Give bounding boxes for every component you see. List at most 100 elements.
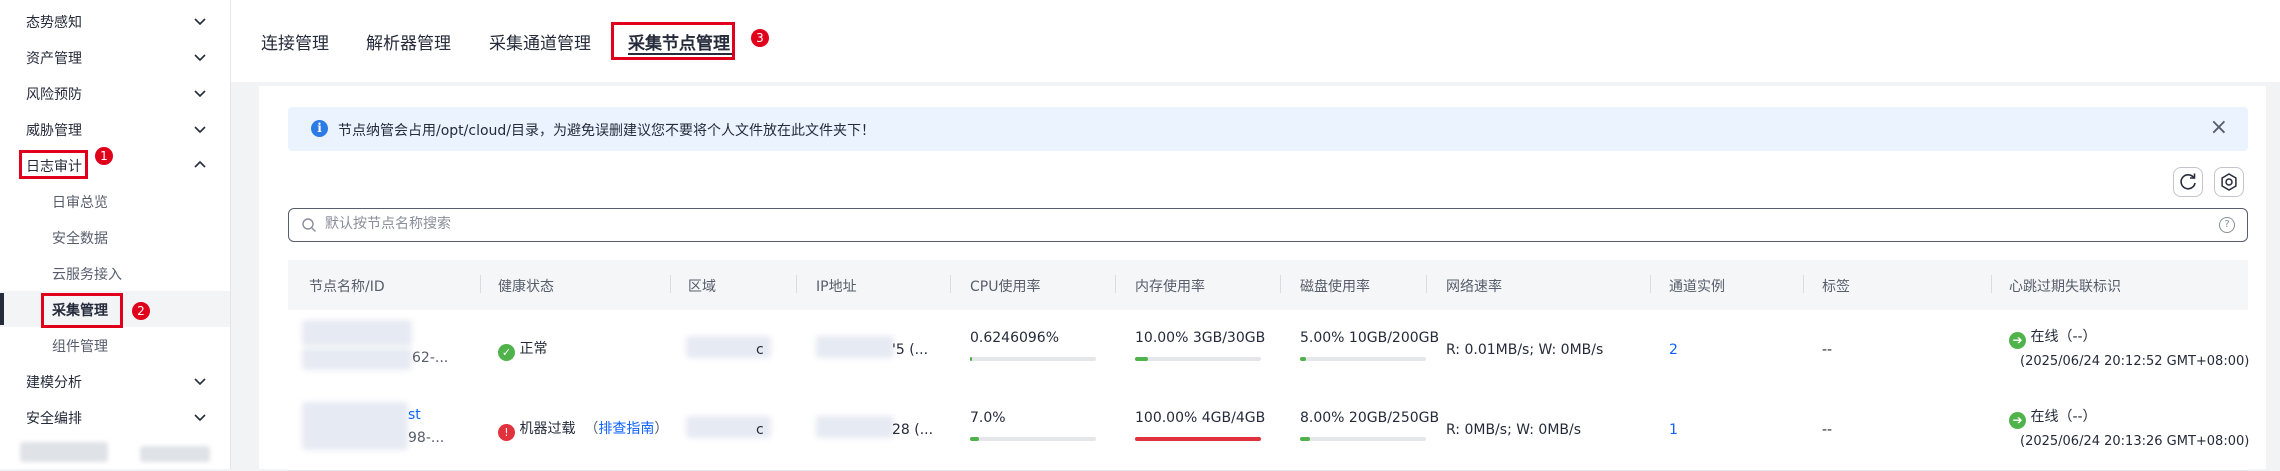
sidebar-item-orchestration[interactable]: 安全编排 (0, 399, 230, 435)
heartbeat-text: 在线（--） (2030, 409, 2097, 425)
cpu-usage: 0.6246096% (970, 330, 1060, 346)
cpu-progress-fill (970, 357, 972, 361)
col-cpu[interactable]: CPU使用率 (970, 276, 1040, 296)
column-divider (1115, 275, 1116, 293)
disk-progress-fill (1300, 437, 1311, 441)
check-circle-icon: ✓ (498, 344, 515, 361)
col-memory[interactable]: 内存使用率 (1135, 276, 1205, 296)
column-divider (950, 275, 951, 293)
table-row: st 98-... ! 机器过载 （排查指南） c 28 (... 7.0% 1… (288, 390, 2249, 471)
chevron-down-icon (194, 378, 206, 386)
search-input[interactable] (323, 215, 2127, 233)
column-divider (796, 275, 797, 293)
tab-parser-mgmt[interactable]: 解析器管理 (366, 29, 451, 54)
tab-connection-mgmt[interactable]: 连接管理 (261, 29, 329, 54)
health-text: 机器过载 (519, 421, 576, 437)
troubleshoot-guide-link[interactable]: 排查指南 (598, 421, 654, 437)
sidebar-item-audit-overview[interactable]: 日审总览 (0, 183, 230, 219)
chevron-up-icon (194, 160, 206, 168)
column-divider (670, 275, 671, 293)
refresh-icon (2180, 173, 2196, 190)
memory-progress (1135, 357, 1261, 361)
health-status: ✓ 正常 (498, 338, 547, 361)
disk-usage: 8.00% 20GB/250GB (1300, 410, 1440, 426)
sidebar-item-security-data[interactable]: 安全数据 (0, 219, 230, 255)
node-id-suffix[interactable]: 98-... (408, 430, 444, 446)
refresh-button[interactable] (2173, 167, 2203, 197)
node-name-link[interactable]: st (408, 407, 421, 423)
sidebar-item-label: 建模分析 (26, 375, 82, 391)
close-icon[interactable]: × (2210, 115, 2228, 140)
chevron-down-icon (194, 18, 206, 26)
col-tags[interactable]: 标签 (1822, 276, 1850, 296)
help-icon[interactable]: ? (2219, 217, 2235, 233)
sidebar-item-label: 安全编排 (26, 411, 82, 427)
sidebar-item-risk[interactable]: 风险预防 (0, 75, 230, 111)
ip-suffix: '5 (... (892, 342, 929, 358)
table-header: 节点名称/ID 健康状态 区域 IP地址 CPU使用率 内存使用率 磁盘使用率 … (288, 260, 2248, 310)
annotation-badge-2: 2 (132, 302, 150, 320)
chevron-down-icon (194, 54, 206, 62)
redacted-menu-item (20, 442, 108, 462)
sidebar-item-label: 云服务接入 (52, 267, 122, 283)
col-node-name[interactable]: 节点名称/ID (309, 276, 385, 296)
col-region[interactable]: 区域 (688, 276, 716, 296)
arrow-right-circle-icon: ➔ (2009, 412, 2026, 429)
disk-progress (1300, 437, 1426, 441)
col-heartbeat[interactable]: 心跳过期失联标识 (2009, 276, 2121, 296)
tags-value: -- (1822, 342, 1833, 358)
sidebar-item-situation[interactable]: 态势感知 (0, 3, 230, 39)
col-network[interactable]: 网络速率 (1446, 276, 1502, 296)
node-search-field[interactable]: ? (288, 208, 2248, 242)
col-health[interactable]: 健康状态 (498, 276, 554, 296)
sidebar-item-label: 资产管理 (26, 51, 82, 67)
sidebar-item-label: 组件管理 (52, 339, 108, 355)
redacted-ip (816, 416, 894, 438)
channel-count-link[interactable]: 1 (1669, 422, 1678, 438)
col-ip[interactable]: IP地址 (816, 276, 857, 296)
sidebar-item-assets[interactable]: 资产管理 (0, 39, 230, 75)
col-disk[interactable]: 磁盘使用率 (1300, 276, 1370, 296)
sidebar-item-component-mgmt[interactable]: 组件管理 (0, 327, 230, 363)
chevron-down-icon (194, 126, 206, 134)
annotation-box-1 (19, 150, 88, 179)
chevron-down-icon (194, 90, 206, 98)
warning-flame-icon: ! (498, 424, 515, 441)
annotation-badge-3: 3 (751, 29, 769, 47)
disk-progress (1300, 357, 1426, 361)
column-divider (1280, 275, 1281, 293)
channel-count-link[interactable]: 2 (1669, 342, 1678, 358)
disk-usage: 5.00% 10GB/200GB (1300, 330, 1440, 346)
cpu-progress (970, 357, 1096, 361)
ip-suffix: 28 (... (892, 422, 934, 438)
disk-progress-fill (1300, 357, 1307, 361)
sidebar-item-modeling[interactable]: 建模分析 (0, 363, 230, 399)
column-divider (1650, 275, 1651, 293)
sidebar-item-threat[interactable]: 威胁管理 (0, 111, 230, 147)
tab-channel-mgmt[interactable]: 采集通道管理 (489, 29, 591, 54)
sidebar: 态势感知 资产管理 风险预防 威胁管理 日志审计 日审总览 安全数据 云服务接入… (0, 0, 231, 469)
network-rate: R: 0.01MB/s; W: 0MB/s (1446, 342, 1604, 358)
col-channels[interactable]: 通道实例 (1669, 276, 1725, 296)
column-divider (1426, 275, 1427, 293)
redacted-node-name (302, 320, 412, 346)
sidebar-item-label: 日审总览 (52, 195, 108, 211)
column-divider (1991, 275, 1992, 293)
sidebar-item-label: 风险预防 (26, 87, 82, 103)
sidebar-item-cloud-access[interactable]: 云服务接入 (0, 255, 230, 291)
node-id-suffix[interactable]: 62-... (412, 350, 448, 366)
arrow-right-circle-icon: ➔ (2009, 332, 2026, 349)
settings-button[interactable] (2214, 167, 2244, 197)
sidebar-item-label: 安全数据 (52, 231, 108, 247)
cpu-usage: 7.0% (970, 410, 1006, 426)
info-icon: i (311, 120, 328, 137)
column-divider (480, 275, 481, 293)
table-row: 62-... ✓ 正常 c '5 (... 0.6246096% 10.00% … (288, 310, 2249, 391)
paren-close: ） (654, 421, 669, 437)
memory-progress (1135, 437, 1261, 441)
region-suffix: c (756, 342, 764, 358)
chevron-down-icon (194, 414, 206, 422)
memory-usage: 100.00% 4GB/4GB (1135, 410, 1266, 426)
search-icon (302, 218, 316, 232)
memory-usage: 10.00% 3GB/30GB (1135, 330, 1266, 346)
